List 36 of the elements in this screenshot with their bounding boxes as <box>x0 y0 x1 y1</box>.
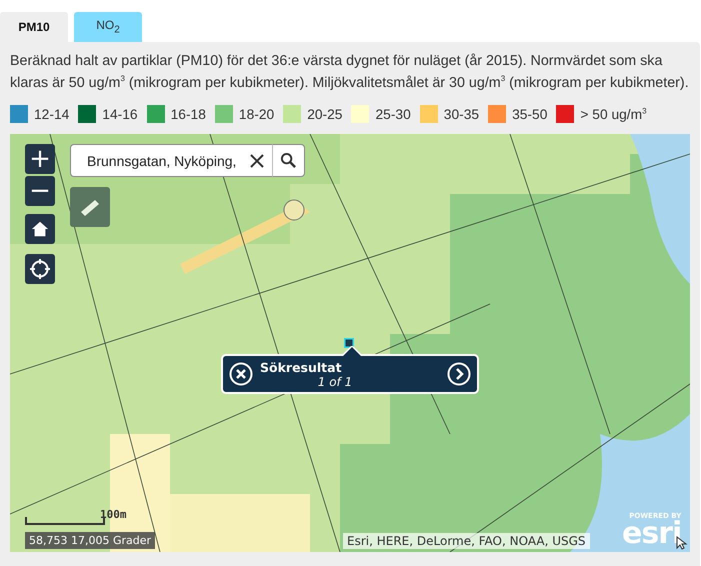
tab[interactable]: PM10 <box>0 12 68 42</box>
search-button[interactable] <box>272 144 305 177</box>
measure-button[interactable] <box>70 187 110 227</box>
scale-bar-icon <box>25 517 105 525</box>
search-icon <box>280 152 297 169</box>
close-icon <box>250 154 264 168</box>
legend-label: 16-18 <box>170 106 206 122</box>
next-button[interactable] <box>446 361 472 387</box>
legend-label: 35-50 <box>512 106 548 122</box>
legend-label: 18-20 <box>238 106 274 122</box>
location-marker-icon <box>344 338 354 348</box>
search-field[interactable]: Brunnsgatan, Nyköping, <box>70 144 242 177</box>
scale-label: 100m <box>100 508 126 521</box>
locate-button[interactable] <box>25 254 55 284</box>
legend-label: 25-30 <box>375 106 411 122</box>
legend-label: 12-14 <box>34 106 70 122</box>
home-button[interactable] <box>25 214 55 244</box>
coordinates-text: 58,753 17,005 Grader <box>25 532 156 549</box>
tab[interactable]: NO$_{2}$ <box>74 12 142 42</box>
zoom-out-button[interactable]: − <box>25 176 55 206</box>
legend-label: 30-35 <box>444 106 480 122</box>
home-icon <box>31 220 49 238</box>
legend-label: 20-25 <box>307 106 342 122</box>
chevron-right-icon <box>447 362 471 386</box>
description-text: Beräknad halt av partiklar (PM10) för det 36:e värsta dygnet för nuläget (år 2015). Normvärdet som ska klaras är 50 ug/m$^{3}$ (mikrogram per kubikmeter). Miljökvalitetsmålet är 30 ug/m$^{3}$ (mikrogram per kubikmeter). <box>10 52 690 93</box>
legend-label: > 50 ug/m$^{3}$ <box>580 106 647 122</box>
esri-logo: esri <box>622 520 682 548</box>
zoom-in-button[interactable]: + <box>25 144 55 174</box>
legend-label: 14-16 <box>102 106 138 122</box>
crosshair-icon <box>30 259 50 279</box>
clear-button[interactable] <box>242 144 272 177</box>
attribution-text: Esri, HERE, DeLorme, FAO, NOAA, USGS <box>343 533 590 549</box>
close-icon <box>229 362 253 386</box>
popup-title: Sökresultat <box>260 360 342 374</box>
close-button[interactable] <box>228 361 254 387</box>
result-count: 1 of 1 <box>318 374 352 388</box>
